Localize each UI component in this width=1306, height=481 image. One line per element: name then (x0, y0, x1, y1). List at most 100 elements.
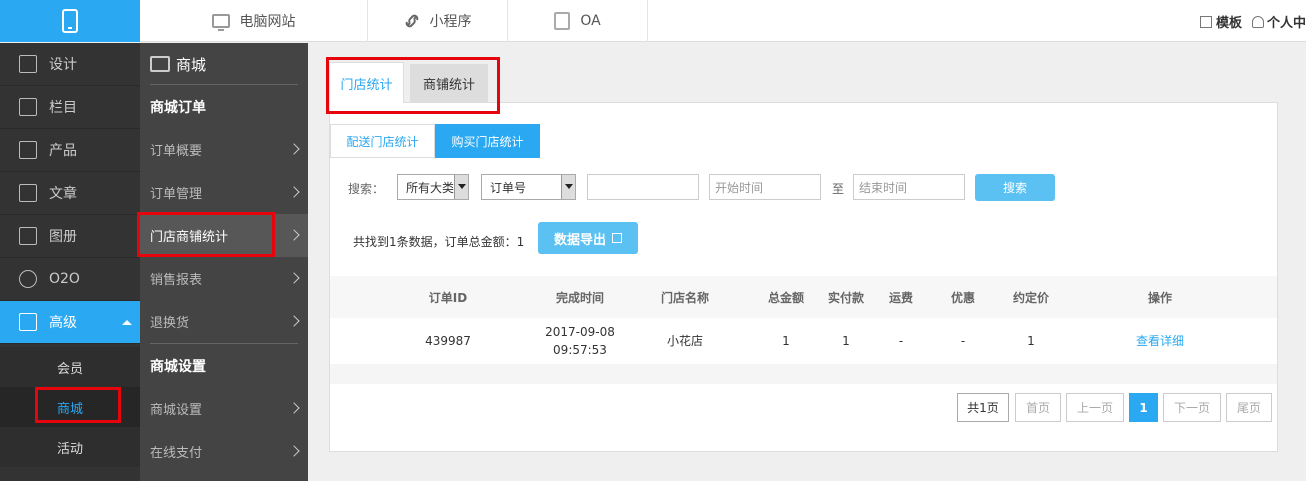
sidebar-item-advanced[interactable]: 高级 (0, 301, 140, 344)
sidebar-item-design[interactable]: 设计 (0, 43, 140, 86)
top-tab-pc-site[interactable]: 电脑网站 (140, 0, 368, 42)
column-header: 订单ID (428, 290, 468, 305)
subnav-item-label: 退换货 (150, 316, 190, 331)
chevron-right-icon (288, 229, 300, 241)
divider (150, 84, 298, 85)
end-time-input[interactable]: 结束时间 (853, 174, 965, 200)
highlight-box-mall (35, 387, 121, 423)
mobile-logo-button[interactable] (0, 0, 140, 42)
subnav-item-sales-report[interactable]: 销售报表 (140, 257, 308, 300)
subnav-item-label: 订单管理 (150, 187, 203, 202)
category-select[interactable]: 所有大类 (397, 174, 469, 200)
cell-agreed-price: 1 (1027, 333, 1035, 348)
design-icon (19, 55, 37, 73)
sidebar-sub-label: 会员 (56, 361, 83, 377)
cell-paid: 1 (842, 333, 850, 348)
prev-page-button[interactable]: 上一页 (1066, 393, 1124, 422)
search-button[interactable]: 搜索 (975, 174, 1055, 201)
subnav-item-label: 商城设置 (150, 403, 203, 418)
category-select-value: 所有大类 (406, 180, 455, 195)
sidebar-item-columns[interactable]: 栏目 (0, 86, 140, 129)
start-time-input[interactable]: 开始时间 (709, 174, 821, 200)
article-icon (19, 184, 37, 202)
subnav-section-orders: 商城订单 (150, 100, 206, 116)
column-header: 运费 (888, 290, 913, 305)
sidebar-item-products[interactable]: 产品 (0, 129, 140, 172)
user-icon (1251, 15, 1264, 28)
top-tab-label: OA (580, 13, 601, 29)
divider (150, 343, 298, 344)
subnav-section-settings: 商城设置 (150, 359, 206, 375)
sidebar-item-label: 文章 (49, 186, 77, 202)
column-header: 优惠 (950, 290, 975, 305)
subnav-title-label: 商城 (176, 55, 207, 74)
chevron-right-icon (288, 445, 300, 457)
subtab-delivery-store-stats[interactable]: 配送门店统计 (330, 124, 435, 158)
current-page-button[interactable]: 1 (1129, 393, 1158, 422)
template-link[interactable]: 模板 (1199, 12, 1242, 31)
cube-icon (19, 141, 37, 159)
monitor-icon (211, 14, 230, 31)
subtab-label: 配送门店统计 (346, 134, 419, 149)
column-header: 总金额 (767, 290, 804, 305)
export-button[interactable]: 数据导出 (538, 222, 638, 254)
user-center-link[interactable]: 个人中 (1251, 12, 1306, 31)
export-label: 数据导出 (553, 232, 606, 248)
table-header: 订单ID 完成时间 门店名称 总金额 实付款 运费 优惠 约定价 操作 (330, 276, 1277, 318)
dropdown-arrow-icon (454, 175, 468, 199)
sidebar-item-label: 高级 (49, 315, 77, 331)
sidebar-item-label: O2O (49, 271, 80, 287)
subnav-title: 商城 (140, 43, 308, 85)
field-select[interactable]: 订单号 (481, 174, 576, 200)
sidebar-item-gallery[interactable]: 图册 (0, 215, 140, 258)
top-tab-oa[interactable]: OA (508, 0, 648, 42)
user-label: 个人中 (1266, 15, 1306, 31)
cell-time: 09:57:53 (553, 342, 607, 357)
chevron-right-icon (288, 315, 300, 327)
last-page-button[interactable]: 尾页 (1226, 393, 1272, 422)
sidebar-sub-members[interactable]: 会员 (0, 347, 140, 387)
dropdown-arrow-icon (561, 175, 575, 199)
subnav-item-returns[interactable]: 退换货 (140, 300, 308, 343)
subtab-purchase-store-stats[interactable]: 购买门店统计 (435, 124, 540, 158)
highlight-box-store-stats (137, 212, 275, 257)
first-page-button[interactable]: 首页 (1015, 393, 1061, 422)
column-header: 操作 (1147, 290, 1172, 305)
field-select-value: 订单号 (490, 180, 527, 195)
search-label: 搜索： (348, 182, 385, 196)
subnav-item-order-management[interactable]: 订单管理 (140, 171, 308, 214)
view-detail-link[interactable]: 查看详细 (1120, 318, 1200, 364)
top-bar: 电脑网站 小程序 OA 模板 个人中 (0, 0, 1306, 42)
link-icon (405, 14, 418, 28)
chevron-right-icon (288, 186, 300, 198)
subnav-item-label: 销售报表 (150, 273, 203, 288)
top-tab-label: 电脑网站 (239, 14, 296, 30)
highlight-box-tabs (326, 57, 500, 114)
calendar-icon (554, 12, 571, 30)
table-row: 439987 2017-09-08 09:57:53 小花店 1 1 - - 1… (330, 318, 1277, 364)
subnav-item-mall-settings[interactable]: 商城设置 (140, 387, 308, 430)
column-header: 实付款 (827, 290, 864, 305)
top-tab-mini-program[interactable]: 小程序 (368, 0, 508, 42)
sidebar-item-articles[interactable]: 文章 (0, 172, 140, 215)
top-right-links: 模板 个人中 (1199, 0, 1306, 42)
chevron-right-icon (288, 402, 300, 414)
sidebar-sub-events[interactable]: 活动 (0, 427, 140, 467)
sidebar-item-o2o[interactable]: O2O (0, 258, 140, 301)
sidebar-item-label: 图册 (49, 229, 77, 245)
to-label: 至 (832, 182, 845, 196)
cell-store: 小花店 (666, 333, 703, 348)
column-header: 门店名称 (660, 290, 709, 305)
keyword-input[interactable] (587, 174, 699, 200)
subnav-item-label: 订单概要 (150, 144, 203, 159)
cell-date: 2017-09-08 (545, 324, 615, 339)
subnav-item-label: 在线支付 (150, 446, 203, 461)
subnav-item-online-payment[interactable]: 在线支付 (140, 430, 308, 473)
subnav-item-order-overview[interactable]: 订单概要 (140, 128, 308, 171)
phone-icon (62, 9, 78, 33)
subtab-label: 购买门店统计 (451, 134, 524, 149)
sidebar-item-label: 设计 (49, 57, 77, 73)
page-info: 共1页 (957, 393, 1009, 422)
next-page-button[interactable]: 下一页 (1163, 393, 1221, 422)
chevron-right-icon (288, 143, 300, 155)
